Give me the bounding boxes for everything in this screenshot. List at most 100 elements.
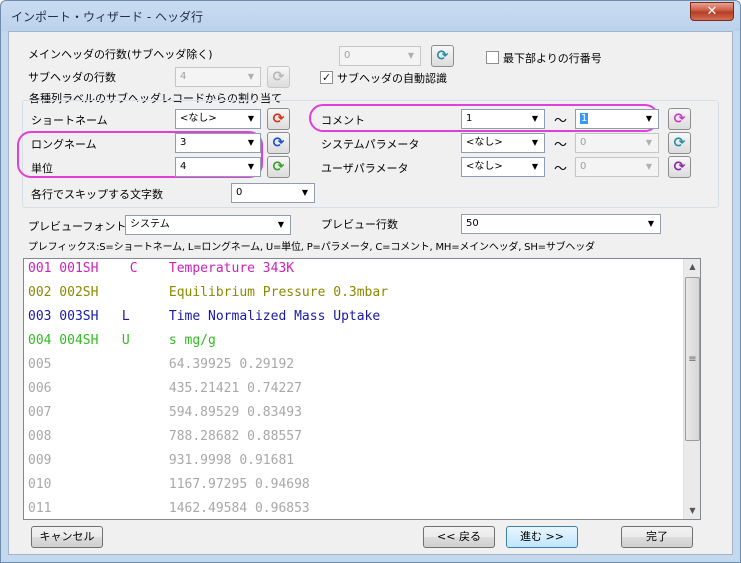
chevron-down-icon: ▼ xyxy=(531,138,539,147)
preview-pane[interactable]: 001 001SH C Temperature 343K 002 002SH Eq… xyxy=(23,258,701,520)
preview-lines-value: 50 xyxy=(466,218,479,229)
chevron-down-icon: ▼ xyxy=(645,162,653,171)
main-header-lines-value: 0 xyxy=(344,50,351,61)
preview-row: 011 1462.49584 0.96853 xyxy=(28,501,310,516)
refresh-icon: ⟳ xyxy=(272,159,285,175)
sub-header-lines-select[interactable]: 4 ▼ xyxy=(175,67,261,87)
refresh-icon: ⟳ xyxy=(673,159,686,175)
short-name-select[interactable]: <なし> ▼ xyxy=(175,109,261,129)
finish-button[interactable]: 完了 xyxy=(621,526,693,548)
userparam-refresh-button[interactable]: ⟳ xyxy=(668,156,691,178)
auto-detect-checkbox[interactable]: ✓ xyxy=(320,71,333,84)
main-header-refresh-button[interactable]: ⟳ xyxy=(431,45,454,67)
comment-from-value: 1 xyxy=(466,113,473,124)
refresh-icon: ⟳ xyxy=(673,135,686,151)
chevron-down-icon: ▼ xyxy=(407,51,415,60)
preview-row: 004 004SH U s mg/g xyxy=(28,333,216,348)
units-select[interactable]: 4 ▼ xyxy=(175,157,261,177)
chevron-down-icon: ▼ xyxy=(647,219,655,228)
skip-chars-select[interactable]: 0 ▼ xyxy=(231,183,315,203)
scroll-up-icon[interactable]: ▲ xyxy=(685,259,700,275)
prefix-legend: プレフィックス:S=ショートネーム, L=ロングネーム, U=単位, P=パラメ… xyxy=(28,242,595,253)
auto-detect-label: サブヘッダの自動認識 xyxy=(337,72,447,85)
chevron-down-icon: ▼ xyxy=(247,114,255,123)
long-name-value: 3 xyxy=(180,137,187,148)
chevron-down-icon: ▼ xyxy=(301,188,309,197)
chevron-down-icon: ▼ xyxy=(531,114,539,123)
preview-lines-select[interactable]: 50 ▼ xyxy=(461,214,661,234)
short-name-value: <なし> xyxy=(180,113,217,124)
cancel-button[interactable]: キャンセル xyxy=(31,526,103,548)
comment-to-select[interactable]: 1 ▼ xyxy=(575,109,659,129)
wizard-client-area: メインヘッダの行数(サブヘッダ除く) 0 ▼ ⟳ 最下部よりの行番号 サブヘッダ… xyxy=(8,31,733,555)
userparam-to-select[interactable]: 0 ▼ xyxy=(575,157,659,177)
refresh-icon: ⟳ xyxy=(272,111,285,127)
chevron-down-icon: ▼ xyxy=(247,138,255,147)
sub-header-lines-value: 4 xyxy=(180,71,187,82)
sysparam-from-select[interactable]: <なし> ▼ xyxy=(461,133,545,153)
long-name-refresh-button[interactable]: ⟳ xyxy=(267,132,290,154)
preview-font-value: システム xyxy=(130,219,170,230)
preview-row: 007 594.89529 0.83493 xyxy=(28,405,302,420)
units-label: 単位 xyxy=(31,162,53,175)
chevron-down-icon: ▼ xyxy=(247,72,255,81)
long-name-label: ロングネーム xyxy=(31,138,97,151)
preview-row: 005 64.39925 0.29192 xyxy=(28,357,295,372)
bottom-line-label: 最下部よりの行番号 xyxy=(503,52,602,65)
chevron-down-icon: ▼ xyxy=(247,162,255,171)
preview-row: 009 931.9998 0.91681 xyxy=(28,453,295,468)
userparam-label: ユーザパラメータ xyxy=(321,162,409,175)
chevron-down-icon: ▼ xyxy=(645,114,653,123)
window-title: インポート・ウィザード - ヘッダ行 xyxy=(11,10,203,24)
import-wizard-window: インポート・ウィザード - ヘッダ行 ✕ メインヘッダの行数(サブヘッダ除く) … xyxy=(0,0,741,563)
scroll-down-icon[interactable]: ▼ xyxy=(685,503,700,519)
sysparam-label: システムパラメータ xyxy=(321,138,420,151)
userparam-to-value: 0 xyxy=(580,161,587,172)
sub-header-lines-label: サブヘッダの行数 xyxy=(28,71,116,84)
preview-row: 003 003SH L Time Normalized Mass Uptake xyxy=(28,309,381,324)
sysparam-refresh-button[interactable]: ⟳ xyxy=(668,132,691,154)
units-value: 4 xyxy=(180,161,187,172)
main-header-lines-select[interactable]: 0 ▼ xyxy=(339,46,421,66)
units-refresh-button[interactable]: ⟳ xyxy=(267,156,290,178)
refresh-icon: ⟳ xyxy=(272,135,285,151)
refresh-icon: ⟳ xyxy=(673,111,686,127)
title-bar[interactable]: インポート・ウィザード - ヘッダ行 ✕ xyxy=(1,1,740,31)
preview-font-label: プレビューフォント xyxy=(28,220,127,233)
preview-lines-label: プレビュー行数 xyxy=(321,218,398,231)
userparam-from-select[interactable]: <なし> ▼ xyxy=(461,157,545,177)
bottom-line-checkbox[interactable] xyxy=(486,51,499,64)
chevron-down-icon: ▼ xyxy=(645,138,653,147)
range-separator: 〜 xyxy=(554,138,568,153)
next-button[interactable]: 進む >> xyxy=(506,526,578,548)
sub-header-refresh-button[interactable]: ⟳ xyxy=(267,66,290,88)
preview-row: 001 001SH C Temperature 343K xyxy=(28,261,295,276)
skip-chars-value: 0 xyxy=(236,187,243,198)
skip-chars-label: 各行でスキップする文字数 xyxy=(31,188,163,201)
sysparam-from-value: <なし> xyxy=(466,137,503,148)
close-icon[interactable]: ✕ xyxy=(690,2,734,21)
refresh-icon: ⟳ xyxy=(272,69,285,85)
comment-refresh-button[interactable]: ⟳ xyxy=(668,108,691,130)
sysparam-to-value: 0 xyxy=(580,137,587,148)
chevron-down-icon: ▼ xyxy=(531,162,539,171)
userparam-from-value: <なし> xyxy=(466,161,503,172)
preview-scrollbar[interactable]: ▲ ≡ ▼ xyxy=(683,259,700,519)
refresh-icon: ⟳ xyxy=(436,48,449,64)
preview-row: 010 1167.97295 0.94698 xyxy=(28,477,310,492)
back-button[interactable]: << 戻る xyxy=(423,526,495,548)
sysparam-to-select[interactable]: 0 ▼ xyxy=(575,133,659,153)
comment-label: コメント xyxy=(321,114,365,127)
long-name-select[interactable]: 3 ▼ xyxy=(175,133,261,153)
preview-row: 008 788.28682 0.88557 xyxy=(28,429,302,444)
comment-from-select[interactable]: 1 ▼ xyxy=(461,109,545,129)
range-separator: 〜 xyxy=(554,162,568,177)
comment-to-value: 1 xyxy=(580,113,589,124)
chevron-down-icon: ▼ xyxy=(277,220,285,229)
short-name-refresh-button[interactable]: ⟳ xyxy=(267,108,290,130)
scroll-thumb[interactable]: ≡ xyxy=(685,277,700,441)
main-header-lines-label: メインヘッダの行数(サブヘッダ除く) xyxy=(28,48,213,61)
preview-row: 006 435.21421 0.74227 xyxy=(28,381,302,396)
range-separator: 〜 xyxy=(554,114,568,129)
preview-font-select[interactable]: システム ▼ xyxy=(125,215,291,235)
